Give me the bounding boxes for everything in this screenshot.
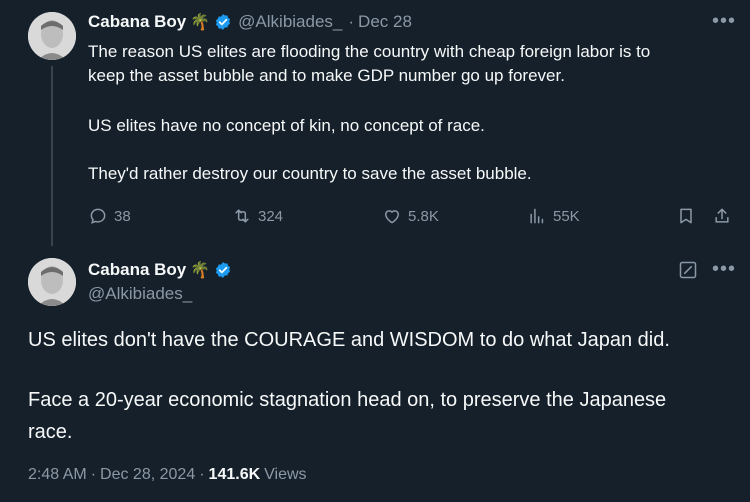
share-button[interactable] — [712, 206, 738, 226]
avatar[interactable] — [28, 12, 76, 60]
avatar[interactable] — [28, 258, 76, 306]
retweet-count: 324 — [258, 207, 284, 225]
views-icon — [530, 208, 544, 224]
views-count: 141.6K — [208, 466, 261, 483]
views-button[interactable]: 55K — [527, 206, 580, 226]
reply-count: 38 — [114, 207, 131, 225]
tweet-text-line: Face a 20-year economic stagnation head … — [28, 389, 667, 411]
views-label: Views — [264, 466, 307, 483]
thread-line — [51, 66, 53, 246]
tweet-text-line: They'd rather destroy our country to sav… — [88, 164, 532, 183]
tweet-text-line: US elites have no concept of kin, no con… — [88, 116, 485, 135]
like-button[interactable]: 5.8K — [382, 206, 439, 226]
separator: · — [90, 466, 97, 483]
more-options-icon[interactable]: ••• — [712, 11, 736, 31]
edit-history-button[interactable] — [678, 260, 698, 285]
separator: · — [199, 466, 205, 483]
bookmark-button[interactable] — [676, 206, 702, 226]
verified-badge-icon — [216, 14, 231, 30]
retweet-button[interactable]: 324 — [232, 206, 283, 226]
palm-tree-icon: 🌴 — [190, 14, 211, 31]
tweet-date[interactable]: Dec 28, 2024 — [100, 466, 195, 484]
display-name[interactable]: Cabana Boy — [88, 260, 186, 280]
views-count: 55K — [553, 207, 580, 225]
reply-button[interactable]: 38 — [88, 206, 131, 226]
tweet-text-line: US elites don't have the COURAGE and WIS… — [28, 329, 670, 351]
tweet-text-line: The reason US elites are flooding the co… — [88, 42, 651, 61]
tweet-text-line: race. — [28, 421, 73, 443]
bookmark-icon — [680, 208, 692, 224]
tweet-time[interactable]: 2:48 AM — [28, 466, 87, 484]
handle[interactable]: @Alkibiades_ — [88, 284, 192, 304]
avatar-image — [28, 258, 76, 306]
tweet-text-line: keep the asset bubble and to make GDP nu… — [88, 66, 565, 85]
more-options-icon[interactable]: ••• — [712, 259, 736, 279]
palm-tree-icon: 🌴 — [190, 262, 211, 279]
display-name[interactable]: Cabana Boy — [88, 12, 186, 32]
reply-icon — [90, 208, 106, 224]
tweet-date[interactable]: Dec 28 — [358, 12, 412, 32]
separator: · — [348, 12, 355, 31]
avatar-image — [28, 12, 76, 60]
verified-badge-icon — [216, 262, 231, 278]
like-count: 5.8K — [408, 207, 439, 225]
handle[interactable]: @Alkibiades_ — [238, 12, 342, 32]
heart-icon — [385, 210, 399, 224]
share-icon — [715, 208, 729, 223]
edit-icon — [679, 261, 697, 279]
retweet-icon — [235, 209, 249, 223]
